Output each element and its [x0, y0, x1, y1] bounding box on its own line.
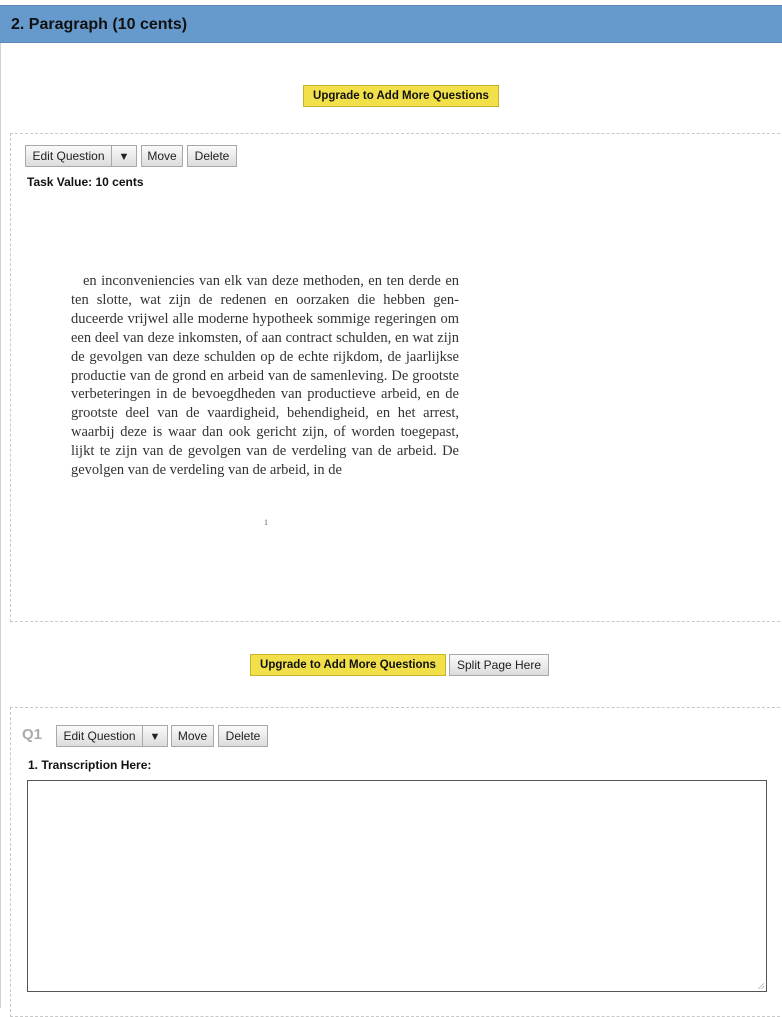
frame-border: [0, 43, 1, 1008]
chevron-down-icon[interactable]: ▼: [111, 145, 137, 167]
upgrade-button-top[interactable]: Upgrade to Add More Questions: [303, 85, 499, 107]
upgrade-button-middle[interactable]: Upgrade to Add More Questions: [250, 654, 446, 676]
move-button[interactable]: Move: [141, 145, 183, 167]
split-page-button[interactable]: Split Page Here: [449, 654, 549, 676]
question-title: 1. Transcription Here:: [28, 758, 152, 772]
document-text: en inconveniencies van elk van deze meth…: [71, 273, 459, 479]
question-number: Q1: [22, 726, 43, 743]
dropdown-glyph: ▼: [118, 151, 130, 163]
edit-question-button[interactable]: Edit Question: [25, 145, 112, 167]
transcription-textarea[interactable]: [27, 780, 767, 992]
page-mark: 1: [264, 518, 268, 527]
section-title: 2. Paragraph (10 cents): [11, 16, 188, 33]
task-value: Task Value: 10 cents: [27, 175, 144, 189]
q1-chevron-down-icon[interactable]: ▼: [142, 725, 168, 747]
section-header: 2. Paragraph (10 cents): [0, 5, 782, 43]
q1-delete-button[interactable]: Delete: [218, 725, 268, 747]
resize-grip-icon[interactable]: [756, 981, 764, 989]
q1-move-button[interactable]: Move: [171, 725, 214, 747]
q1-dropdown-glyph: ▼: [149, 731, 161, 743]
delete-button[interactable]: Delete: [187, 145, 237, 167]
q1-edit-question-button[interactable]: Edit Question: [56, 725, 143, 747]
